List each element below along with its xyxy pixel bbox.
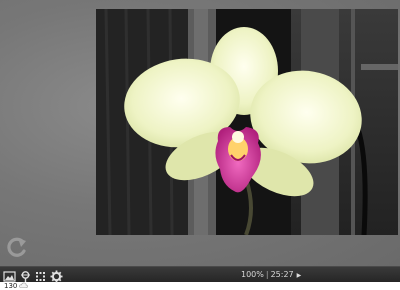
footer-info: 130 — [4, 282, 29, 290]
viewer-status: 100% | 25:27 ▶ — [241, 268, 301, 281]
grid-icon[interactable] — [34, 268, 47, 281]
gear-icon[interactable] — [50, 268, 63, 283]
pin-icon[interactable] — [19, 268, 32, 282]
status-separator: | — [265, 270, 269, 279]
time-display: 25:27 — [270, 270, 294, 279]
viewer-toolbar: 100% | 25:27 ▶ — [0, 266, 400, 283]
image-viewer — [0, 0, 400, 266]
orchid-photo[interactable] — [96, 9, 398, 235]
image-icon[interactable] — [3, 268, 16, 282]
play-button[interactable]: ▶ — [297, 272, 302, 279]
rotate-icon[interactable] — [6, 236, 28, 258]
zoom-level: 100% — [241, 270, 264, 279]
